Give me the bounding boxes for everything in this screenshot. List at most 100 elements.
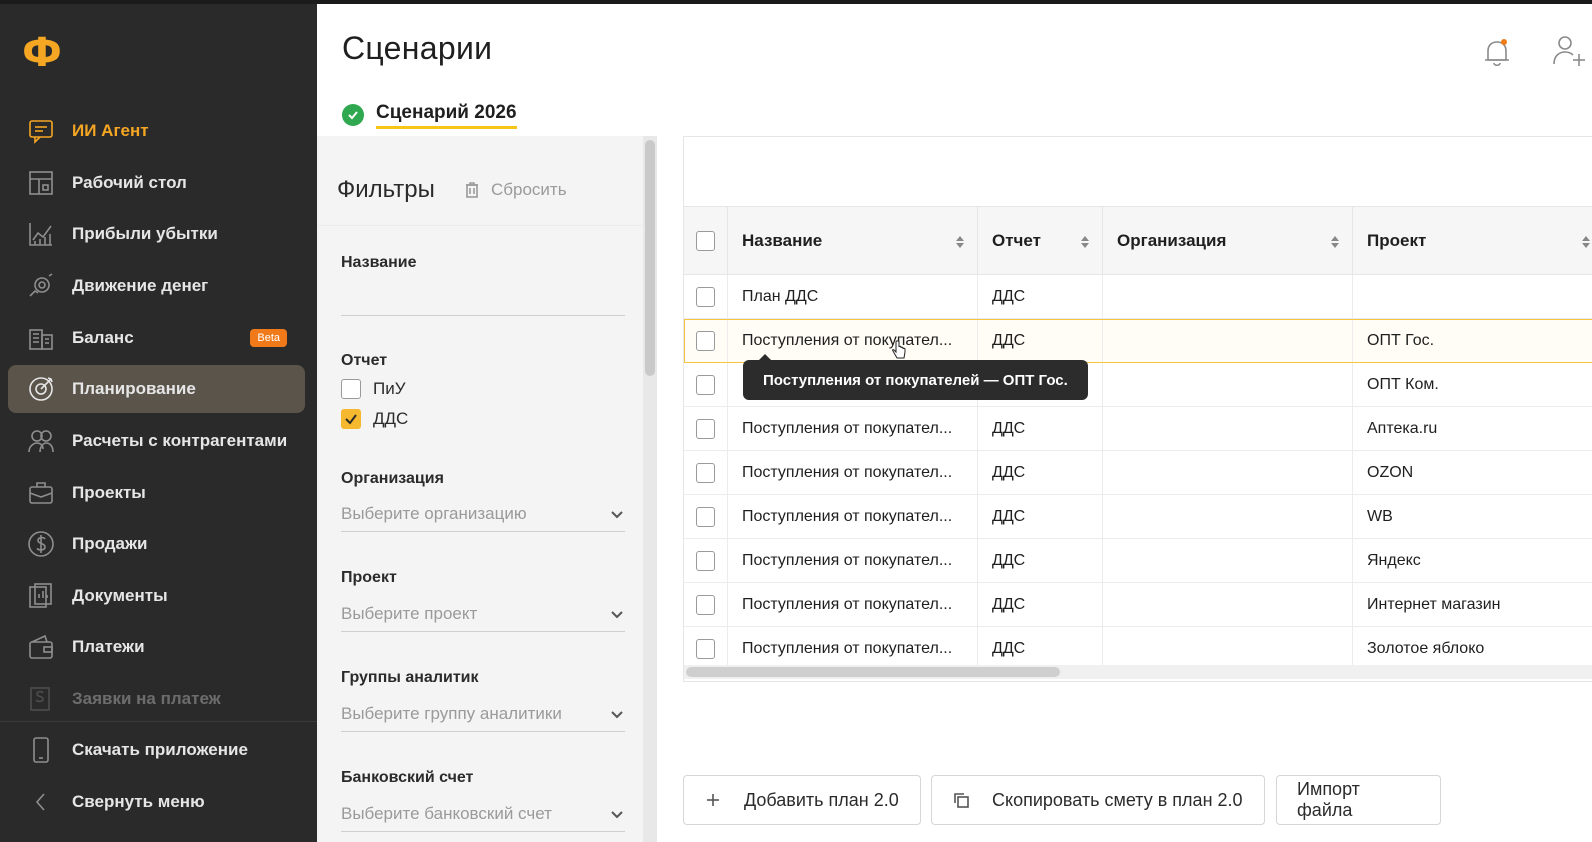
page-title: Сценарии [342, 30, 493, 66]
add-user-icon[interactable] [1552, 34, 1586, 68]
column-label: Название [742, 231, 823, 250]
cell-name: Поступления от покупател... [728, 539, 978, 582]
row-checkbox[interactable] [696, 462, 715, 483]
report-option-piu[interactable]: ПиУ [341, 379, 406, 399]
table-row[interactable]: План ДДС ДДС [684, 275, 1592, 319]
report-option-dds[interactable]: ДДС [341, 409, 408, 429]
collapse-menu-button[interactable]: Свернуть меню [8, 778, 305, 826]
sort-icon[interactable] [955, 235, 965, 249]
cell-project: Аптека.ru [1367, 419, 1438, 437]
cell-report: ДДС [978, 583, 1103, 626]
table-row[interactable]: Поступления от покупател... ДДС Яндекс [684, 539, 1592, 583]
table-row[interactable]: Поступления от покупател... ДДС Аптека.ru [684, 407, 1592, 451]
checkbox[interactable] [341, 379, 361, 399]
column-label: Организация [1117, 231, 1227, 250]
cell-project: Золотое яблоко [1367, 639, 1485, 657]
column-name[interactable]: Название [728, 207, 978, 275]
bank-select[interactable]: Выберите банковский счет [341, 796, 625, 832]
checkbox-label: ПиУ [373, 379, 406, 398]
sidebar-item-sales[interactable]: Продажи [8, 520, 305, 568]
sort-icon[interactable] [1080, 235, 1090, 249]
sidebar-item-payments[interactable]: Платежи [8, 623, 305, 671]
table-header: Название Отчет Организация Проект [684, 207, 1592, 275]
row-checkbox[interactable] [696, 418, 715, 439]
sidebar-item-counterparties[interactable]: Расчеты с контрагентами [8, 417, 305, 465]
table-row[interactable]: Поступления от покупател... ДДС Интернет м… [684, 583, 1592, 627]
add-plan-button[interactable]: Добавить план 2.0 [683, 775, 921, 825]
sidebar-item-ai-agent[interactable]: ИИ Агент [8, 107, 305, 155]
org-placeholder: Выберите организацию [341, 503, 527, 523]
download-app-button[interactable]: Скачать приложение [8, 726, 305, 774]
add-plan-label: Добавить план 2.0 [744, 789, 899, 810]
sidebar-item-planning[interactable]: Планирование [8, 365, 305, 413]
project-placeholder: Выберите проект [341, 603, 478, 623]
cell-name: Поступления от покупател... [728, 627, 978, 670]
copy-estimate-button[interactable]: Скопировать смету в план 2.0 [931, 775, 1265, 825]
bell-icon[interactable] [1482, 36, 1512, 68]
reset-button[interactable]: Сбросить [463, 180, 567, 200]
table-row[interactable]: Поступления от покупател... ДДС OZON [684, 451, 1592, 495]
row-checkbox[interactable] [696, 594, 715, 615]
sidebar-item-money-flow[interactable]: Движение денег [8, 262, 305, 310]
checkmark-icon [345, 414, 357, 425]
project-filter-label: Проект [341, 569, 397, 586]
project-select[interactable]: Выберите проект [341, 596, 625, 632]
sidebar-item-balance[interactable]: Баланс Beta [8, 314, 305, 362]
dashboard-icon [26, 168, 56, 198]
sort-icon[interactable] [1581, 235, 1591, 249]
column-project[interactable]: Проект [1353, 207, 1592, 275]
cell-name: Поступления от покупател... [728, 495, 978, 538]
org-filter-label: Организация [341, 470, 444, 487]
wallet-icon [26, 632, 56, 662]
groups-select[interactable]: Выберите группу аналитики [341, 696, 625, 732]
row-checkbox[interactable] [696, 506, 715, 527]
chevron-down-icon [611, 510, 623, 518]
check-circle-icon [342, 104, 364, 126]
sidebar: Ф ИИ Агент Рабочий стол Прибыли убытки Д… [0, 4, 317, 842]
row-checkbox[interactable] [696, 286, 715, 307]
sidebar-item-payment-requests[interactable]: Заявки на платеж [8, 675, 305, 723]
select-all-checkbox[interactable] [696, 231, 715, 251]
name-filter-input[interactable] [341, 280, 625, 316]
sidebar-item-profit-loss[interactable]: Прибыли убытки [8, 210, 305, 258]
cell-name: Поступления от покупател... [728, 451, 978, 494]
money-flow-icon [26, 271, 56, 301]
sort-icon[interactable] [1330, 235, 1340, 249]
cell-project: Яндекс [1367, 551, 1421, 569]
select-all-cell [684, 207, 728, 275]
scenarios-table: Название Отчет Организация Проект План Д… [683, 136, 1592, 682]
column-organization[interactable]: Организация [1103, 207, 1353, 275]
import-file-label: Импорт файла [1297, 779, 1360, 820]
chevron-left-icon [26, 787, 56, 817]
sidebar-item-label: Рабочий стол [72, 173, 187, 192]
cell-project: ОПТ Ком. [1367, 375, 1439, 393]
row-checkbox[interactable] [696, 638, 715, 659]
sidebar-item-label: Движение денег [72, 276, 209, 295]
table-row[interactable]: Поступления от покупател... ДДС WB [684, 495, 1592, 539]
cell-project: WB [1367, 507, 1393, 525]
org-select[interactable]: Выберите организацию [341, 496, 625, 532]
target-icon [26, 374, 56, 404]
table-horizontal-scrollbar[interactable] [684, 665, 1592, 679]
row-checkbox[interactable] [696, 550, 715, 571]
import-file-button[interactable]: Импорт файла [1276, 775, 1441, 825]
sidebar-item-label: Баланс [72, 328, 134, 347]
bank-placeholder: Выберите банковский счет [341, 803, 552, 823]
filters-scrollbar[interactable] [643, 136, 657, 842]
row-checkbox[interactable] [696, 374, 715, 395]
row-checkbox[interactable] [696, 330, 715, 351]
sidebar-item-dashboard[interactable]: Рабочий стол [8, 159, 305, 207]
table-row[interactable]: Поступления от покупател... ДДС ОПТ Гос. [684, 319, 1592, 363]
table-body: План ДДС ДДС Поступления от покупател... ДД… [684, 275, 1592, 671]
checkbox-checked[interactable] [341, 409, 361, 429]
sidebar-item-projects[interactable]: Проекты [8, 469, 305, 517]
logo-icon[interactable]: Ф [20, 30, 64, 74]
scrollbar-thumb[interactable] [645, 140, 655, 376]
phone-icon [26, 735, 56, 765]
sidebar-item-documents[interactable]: Документы [8, 572, 305, 620]
tab-scenario[interactable]: Сценарий 2026 [342, 100, 517, 130]
cell-project [1353, 275, 1592, 318]
column-report[interactable]: Отчет [978, 207, 1103, 275]
scrollbar-thumb[interactable] [686, 667, 1060, 677]
sidebar-item-label: Расчеты с контрагентами [72, 431, 288, 450]
